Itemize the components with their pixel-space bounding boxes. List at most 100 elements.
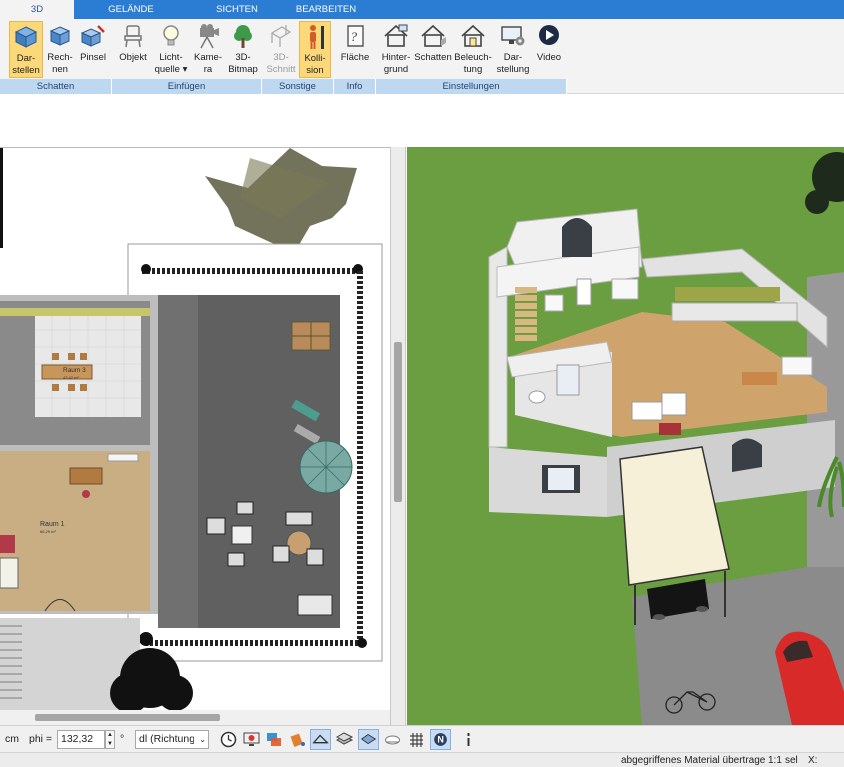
hintergrund-label-1: Hinter- [381,52,411,63]
tab-sichten[interactable]: SICHTEN [198,0,276,19]
house-light-icon [461,24,485,47]
monitor-gear-icon [501,26,525,46]
rechnen-label-1: Rech- [47,52,73,63]
3d-bitmap-button[interactable]: 3D- Bitmap [225,21,261,78]
sofa-2-3d [661,392,687,416]
camera-icon [200,24,219,49]
tab-3d[interactable]: 3D [0,0,74,19]
pin-icon[interactable] [458,729,479,750]
status-bar: abgegriffenes Material übertrage 1:1 sel… [0,752,844,767]
direction-dropdown[interactable]: dl (Richtung/Di ⌄ [135,730,209,749]
3d-schnitt-button[interactable]: 3D- Schnitt [265,21,297,78]
armchair [0,535,15,553]
desk-3d [742,372,777,385]
arched-window-top [562,218,592,257]
plane-view-icon[interactable] [310,729,331,750]
parasol [299,440,353,494]
room-1-name: Raum 1 [40,521,65,528]
beleuchtung-label-1: Beleuch- [454,52,492,63]
kamera-label-1: Kame- [194,52,222,63]
darstellen-label-2: stellen [12,65,40,76]
schatten-button[interactable]: Schatten [413,21,453,78]
lichtquelle-button[interactable]: Licht- quelle ▾ [152,21,190,78]
terrace-path [158,295,198,628]
toilet-3d [528,390,546,404]
monitor-red-icon[interactable] [241,729,262,750]
status-sel: sel [785,755,798,766]
paint-bucket-icon[interactable] [287,729,308,750]
pinsel-button[interactable]: Pinsel [77,21,109,78]
cube-render-icon [49,26,71,46]
status-x-label: X: [808,755,818,766]
flat-view-icon[interactable] [358,729,379,750]
3d-bitmap-label-1: 3D- [235,52,251,63]
beleuchtung-button[interactable]: Beleuch- tung [454,21,492,78]
hintergrund-button[interactable]: Hinter- grund [378,21,414,78]
vertical-scroll-thumb[interactable] [394,342,402,502]
3d-view[interactable] [407,147,844,725]
horizontal-scroll-thumb[interactable] [35,714,220,721]
desk [69,467,103,485]
tab-bearbeiten[interactable]: BEARBEITEN [285,0,367,19]
grid-icon[interactable] [406,729,427,750]
flaeche-button[interactable]: ? Fläche [337,21,373,78]
3d-view-canvas[interactable] [407,147,844,725]
chair-icon [124,25,142,48]
clock-icon[interactable] [218,729,239,750]
room-3-area: 43,42 m² [63,375,79,380]
horizontal-scrollbar[interactable] [0,710,390,725]
phi-spinner[interactable]: ▲ ▼ [105,730,115,749]
darstellung-label-2: stellung [496,64,530,75]
tree-top-symbol [205,148,357,250]
group-sonstige: Sonstige [262,79,334,94]
section-icon [270,25,292,47]
status-message: abgegriffenes Material übertrage [621,755,766,766]
status-scale: 1:1 [768,755,782,766]
area-icon: ? [347,25,364,47]
ribbon-tab-bar: 3D GELÄNDE SICHTEN BEARBEITEN [0,0,844,19]
floor-plan-canvas[interactable]: Raum 3 43,42 m² Raum 1 66,29 m² [0,148,390,713]
unit-label: cm [5,733,19,745]
video-button[interactable]: Video [533,21,565,78]
house-shadow-icon [421,24,446,47]
bulb-icon [163,25,179,46]
degree-label: ° [120,733,125,745]
cube-brush-icon [80,25,105,47]
direction-dropdown-value: dl (Richtung/Di [139,733,194,745]
3d-schnitt-label-1: 3D- [273,52,289,63]
3d-bitmap-label-2: Bitmap [228,64,258,75]
kamera-button[interactable]: Kame- ra [192,21,224,78]
walls-view-icon[interactable] [334,729,355,750]
cloud-view-icon[interactable] [382,729,403,750]
group-einfuegen: Einfügen [112,79,262,94]
room-1-sideboard [107,453,139,462]
phi-label: phi = [29,733,53,745]
arched-window-front [732,438,762,472]
rechnen-button[interactable]: Rech- nen [45,21,75,78]
lichtquelle-label-2: quelle ▾ [154,64,188,75]
group-einstellungen: Einstellungen [376,79,567,94]
hintergrund-label-2: grund [383,64,409,75]
darstellung-button[interactable]: Dar- stellung [494,21,532,78]
video-label: Video [536,52,562,63]
front-window-glass [548,468,574,490]
north-icon[interactable]: N [430,729,451,750]
group-schatten: Schatten [0,79,112,94]
phi-input[interactable]: 132,32 [57,730,105,749]
rechnen-label-2: nen [52,64,68,75]
floor-plan-view[interactable]: Raum 3 43,42 m² Raum 1 66,29 m² [0,147,404,725]
darstellen-label-1: Dar- [16,53,36,64]
radiator-3d [781,356,813,376]
bench [297,594,333,616]
tab-gelaende[interactable]: GELÄNDE [92,0,170,19]
layers-icon[interactable] [264,729,285,750]
objekt-button[interactable]: Objekt [116,21,150,78]
kollision-button[interactable]: Kolli- sion [299,21,331,78]
darstellen-button[interactable]: Dar- stellen [9,21,43,78]
view-splitter-scrollbar[interactable] [390,147,406,725]
cube-solid-icon [14,26,38,48]
stairs-3d [515,287,537,341]
play-icon [539,25,559,45]
shower-3d [556,364,580,396]
svg-text:?: ? [351,29,358,44]
